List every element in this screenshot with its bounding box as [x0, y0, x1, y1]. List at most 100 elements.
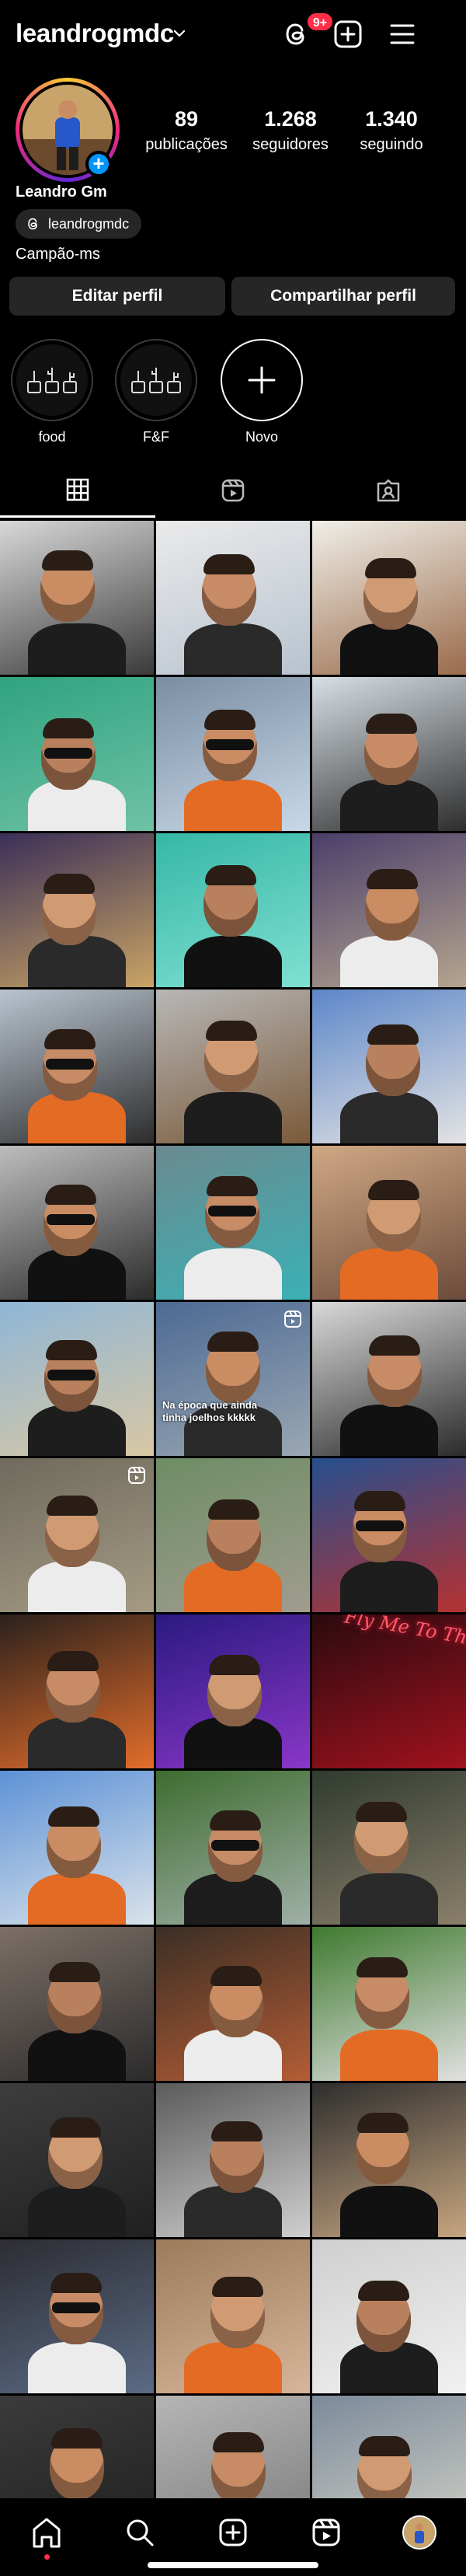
sunglasses	[208, 1206, 256, 1216]
stat-following[interactable]: 1.340 seguindo	[337, 107, 446, 154]
profile-avatar[interactable]	[402, 2515, 436, 2550]
post-subject-body	[340, 780, 438, 831]
post-subject-body	[28, 1561, 126, 1612]
post-thumbnail[interactable]	[0, 1458, 154, 1612]
post-subject-body	[340, 1248, 438, 1300]
post-thumbnail[interactable]	[0, 833, 154, 987]
post-subject-hair	[207, 1176, 258, 1196]
threads-link[interactable]: leandrogmdc	[16, 209, 142, 239]
new-post-icon[interactable]	[331, 17, 365, 51]
post-thumbnail[interactable]	[0, 1771, 154, 1925]
post-thumbnail[interactable]	[312, 990, 466, 1143]
chevron-down-icon[interactable]	[172, 26, 186, 40]
post-subject-body	[28, 1717, 126, 1768]
home-indicator	[148, 2562, 318, 2568]
post-thumbnail[interactable]	[0, 1927, 154, 2081]
post-thumbnail[interactable]	[156, 1458, 310, 1612]
add-story-button[interactable]: +	[85, 151, 112, 177]
post-subject-hair	[47, 1651, 99, 1671]
post-thumbnail[interactable]	[156, 521, 310, 675]
search-icon[interactable]	[123, 2515, 157, 2550]
threads-handle: leandrogmdc	[48, 215, 130, 232]
post-thumbnail[interactable]: Na época que ainda tinha joelhos kkkkk	[156, 1302, 310, 1456]
create-icon[interactable]	[216, 2515, 250, 2550]
post-subject-hair	[210, 1966, 262, 1986]
sunglasses	[206, 739, 254, 750]
post-thumbnail[interactable]	[312, 1146, 466, 1300]
tab-tagged[interactable]	[311, 463, 466, 518]
post-subject-hair	[356, 1957, 408, 1977]
post-thumbnail[interactable]	[156, 1771, 310, 1925]
post-thumbnail[interactable]	[156, 1146, 310, 1300]
post-thumbnail[interactable]	[312, 1771, 466, 1925]
post-subject-hair	[46, 1340, 97, 1360]
neon-sign-text: Fly Me To The Moon	[343, 1614, 466, 1661]
post-subject-hair	[207, 1332, 259, 1352]
highlight-label: F&F	[143, 429, 169, 445]
post-subject-hair	[359, 2436, 410, 2456]
post-thumbnail[interactable]	[312, 2083, 466, 2237]
post-subject-hair	[367, 869, 418, 889]
post-thumbnail[interactable]	[156, 2083, 310, 2237]
post-subject-hair	[206, 1021, 257, 1041]
post-thumbnail[interactable]	[0, 1614, 154, 1768]
stat-posts-value: 89	[174, 107, 199, 131]
reel-indicator-icon	[128, 1467, 145, 1484]
post-thumbnail[interactable]	[156, 2239, 310, 2393]
highlight-ff[interactable]: F&F	[115, 339, 197, 445]
post-subject-hair	[43, 718, 94, 738]
post-thumbnail[interactable]	[312, 2239, 466, 2393]
stat-posts[interactable]: 89 publicações	[132, 107, 241, 154]
threads-logo-icon	[28, 218, 37, 230]
edit-profile-button[interactable]: Editar perfil	[9, 277, 225, 316]
post-subject-hair	[213, 2432, 264, 2452]
sunglasses	[52, 2302, 100, 2313]
stat-followers-label: seguidores	[252, 136, 329, 153]
post-thumbnail[interactable]	[156, 1614, 310, 1768]
post-subject-body	[340, 1873, 438, 1925]
share-profile-button[interactable]: Compartilhar perfil	[231, 277, 455, 316]
stat-following-value: 1.340	[365, 107, 418, 131]
post-thumbnail[interactable]	[312, 677, 466, 831]
post-subject-hair	[44, 1029, 96, 1049]
post-subject-body	[340, 1092, 438, 1143]
post-subject-hair	[212, 2277, 263, 2297]
post-thumbnail[interactable]	[0, 2083, 154, 2237]
post-subject-hair	[211, 2121, 263, 2141]
post-thumbnail[interactable]	[312, 1302, 466, 1456]
post-thumbnail[interactable]	[156, 1927, 310, 2081]
post-thumbnail[interactable]	[0, 1302, 154, 1456]
post-subject-body	[184, 1092, 282, 1143]
reels-icon[interactable]	[309, 2515, 343, 2550]
post-subject-body	[340, 1405, 438, 1456]
post-thumbnail[interactable]	[312, 521, 466, 675]
post-thumbnail[interactable]	[0, 521, 154, 675]
post-thumbnail[interactable]	[156, 833, 310, 987]
profile-name: Leandro Gm	[16, 183, 107, 201]
menu-icon[interactable]	[385, 17, 419, 51]
stat-followers[interactable]: 1.268 seguidores	[236, 107, 345, 154]
post-subject-hair	[45, 1185, 96, 1205]
post-thumbnail[interactable]	[156, 990, 310, 1143]
reels-icon	[221, 479, 245, 502]
post-thumbnail[interactable]	[156, 677, 310, 831]
highlight-new[interactable]: Novo	[221, 339, 303, 445]
profile-username[interactable]: leandrogmdc	[16, 19, 174, 48]
post-thumbnail[interactable]	[312, 1927, 466, 2081]
post-thumbnail[interactable]	[312, 833, 466, 987]
post-thumbnail[interactable]	[0, 677, 154, 831]
highlight-food[interactable]: food	[11, 339, 93, 445]
post-subject-body	[28, 1873, 126, 1925]
tab-reels[interactable]	[155, 463, 311, 518]
post-thumbnail[interactable]	[0, 2239, 154, 2393]
notification-badge: 9+	[306, 12, 334, 32]
post-thumbnail[interactable]	[312, 1458, 466, 1612]
post-thumbnail[interactable]	[0, 990, 154, 1143]
post-thumbnail[interactable]	[0, 1146, 154, 1300]
tab-posts-grid[interactable]	[0, 463, 155, 518]
post-subject-hair	[50, 2273, 102, 2293]
post-subject-hair	[50, 2117, 101, 2138]
post-subject-body	[184, 780, 282, 831]
post-thumbnail[interactable]: Fly Me To The Moon	[312, 1614, 466, 1768]
home-icon[interactable]	[30, 2515, 64, 2550]
